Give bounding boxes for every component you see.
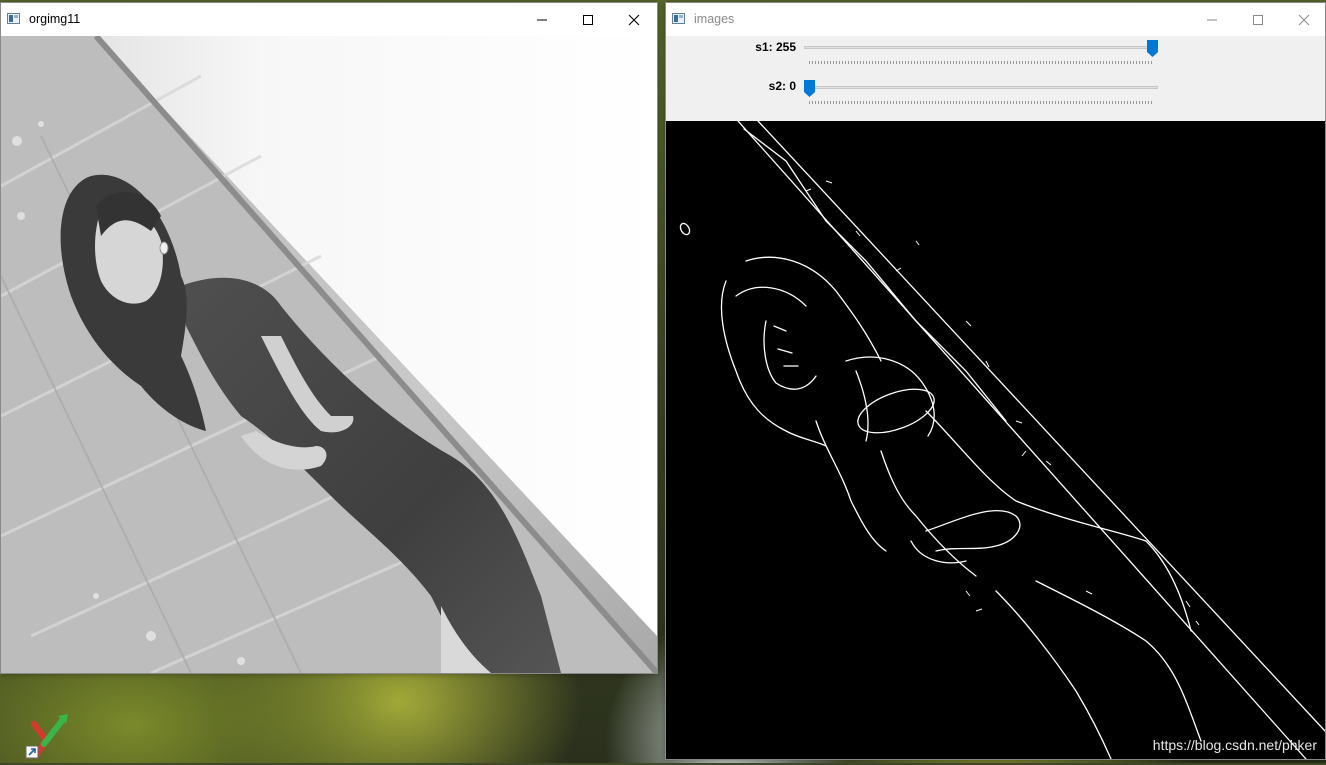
- minimize-button[interactable]: [1189, 3, 1235, 36]
- app-icon: [7, 13, 20, 24]
- window-title: orgimg11: [29, 12, 81, 26]
- titlebar[interactable]: images: [666, 3, 1325, 37]
- grayscale-photo: [1, 36, 657, 673]
- trackbar-s2-label: s2: 0: [768, 79, 796, 93]
- close-button[interactable]: [611, 3, 657, 36]
- titlebar[interactable]: orgimg11: [1, 3, 657, 37]
- minimize-icon: [1207, 19, 1217, 21]
- edge-image: https://blog.csdn.net/phker: [666, 121, 1325, 759]
- orgimg11-window[interactable]: orgimg11: [0, 2, 658, 674]
- trackbar-panel: s1: 255 s2: 0: [666, 36, 1325, 121]
- minimize-button[interactable]: [519, 3, 565, 36]
- maximize-icon: [583, 15, 593, 25]
- app-icon: [672, 13, 685, 24]
- trackbar-s1-thumb[interactable]: [1147, 40, 1158, 57]
- xmind-shortcut-icon[interactable]: [24, 710, 72, 760]
- trackbar-s2-thumb[interactable]: [804, 80, 815, 97]
- trackbar-s2-ticks: [809, 101, 1153, 104]
- maximize-icon: [1253, 15, 1263, 25]
- maximize-button[interactable]: [565, 3, 611, 36]
- close-button[interactable]: [1281, 3, 1326, 36]
- trackbar-s1[interactable]: [804, 46, 1154, 49]
- window-title: images: [694, 12, 735, 26]
- trackbar-s2[interactable]: [809, 86, 1158, 89]
- maximize-button[interactable]: [1235, 3, 1281, 36]
- minimize-icon: [537, 19, 547, 21]
- images-window[interactable]: images s1: 255 s2: 0 https://blog.csdn.n…: [665, 2, 1326, 760]
- trackbar-s1-label: s1: 255: [755, 40, 796, 54]
- watermark-text: https://blog.csdn.net/phker: [1152, 737, 1317, 753]
- close-icon: [1298, 14, 1310, 26]
- trackbar-s1-ticks: [809, 61, 1153, 64]
- close-icon: [628, 14, 640, 26]
